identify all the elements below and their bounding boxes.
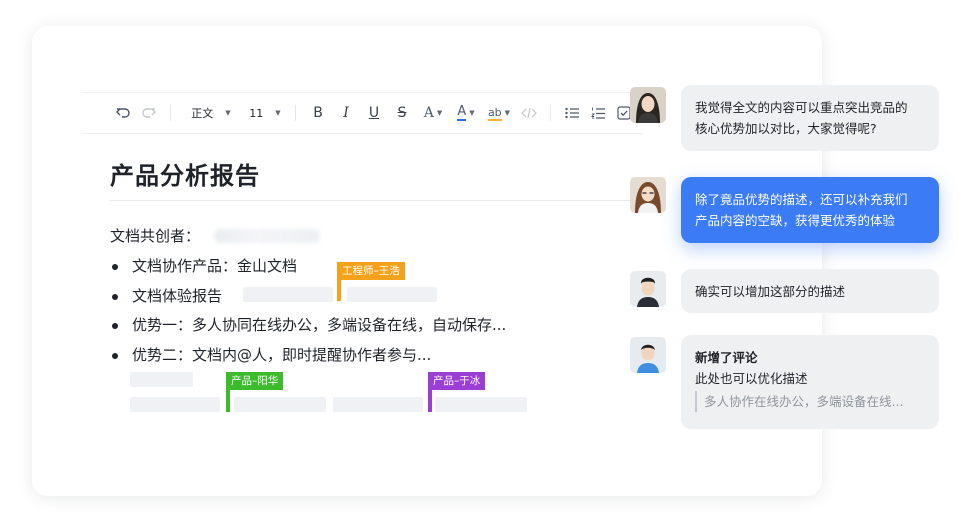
highlight-label: ab — [487, 105, 502, 121]
coauthor-label: 文档共创者： — [110, 227, 201, 245]
text-placeholder — [435, 397, 527, 412]
title-divider — [110, 200, 650, 201]
comment-bubble-active[interactable]: 除了竟品优势的描述，还可以补充我们 产品内容的空缺，获得更优秀的体验 — [681, 177, 939, 243]
bold-label: B — [313, 105, 323, 121]
comment-text: 除了竟品优势的描述，还可以补充我们 — [695, 192, 908, 207]
avatar — [630, 87, 666, 123]
text-placeholder — [130, 372, 193, 387]
text-color-button[interactable]: A ▼ — [450, 99, 482, 127]
bold-button[interactable]: B — [304, 99, 332, 127]
document-title[interactable]: 产品分析报告 — [110, 156, 260, 191]
strikethrough-label: S — [397, 105, 407, 121]
text-placeholder — [347, 287, 437, 302]
italic-label: I — [343, 105, 349, 121]
chevron-down-icon: ▼ — [469, 109, 475, 117]
text-placeholder — [130, 397, 220, 412]
text-color-label: A — [457, 104, 467, 121]
coauthor-line: 文档共创者： — [110, 225, 321, 246]
avatar — [630, 271, 666, 307]
numbered-list-icon[interactable] — [585, 99, 611, 127]
strikethrough-button[interactable]: S — [388, 99, 416, 127]
paragraph-style-select[interactable]: 正文 ▼ — [179, 99, 243, 127]
bullet-list: 文档协作产品：金山文档 文档体验报告 优势一：多人协同在线办公，多端设备在线，自… — [110, 256, 506, 374]
toolbar-divider — [170, 105, 171, 121]
comment-text: 此处也可以优化描述 — [695, 371, 808, 386]
font-size-value: 11 — [249, 106, 264, 120]
comment-text: 核心优势加以对比，大家觉得呢? — [695, 121, 877, 136]
chevron-down-icon: ▼ — [504, 109, 511, 117]
comment-title: 新增了评论 — [695, 350, 758, 365]
collaborator-cursor — [337, 280, 341, 301]
font-size-adjust-button[interactable]: A ▼ — [416, 99, 450, 127]
undo-icon[interactable] — [110, 99, 136, 127]
toolbar-divider — [295, 105, 296, 121]
bullet-list-icon[interactable] — [559, 99, 585, 127]
collaborator-cursor — [226, 390, 230, 412]
highlight-button[interactable]: ab ▼ — [482, 99, 516, 127]
collaborator-cursor-label: 产品–于冰 — [428, 372, 486, 390]
list-item[interactable]: 文档协作产品：金山文档 — [110, 256, 506, 286]
list-item[interactable]: 优势二：文档内@人，即时提醒协作者参与... — [110, 345, 506, 375]
paragraph-style-value: 正文 — [191, 107, 214, 120]
font-size-select[interactable]: 11 ▼ — [243, 99, 287, 127]
comment-bubble[interactable]: 我觉得全文的内容可以重点突出竞品的 核心优势加以对比，大家觉得呢? — [681, 85, 939, 151]
comment-quote: 多人协作在线办公，多端设备在线... — [695, 391, 925, 412]
comment-bubble[interactable]: 确实可以增加这部分的描述 — [681, 269, 939, 313]
text-placeholder — [234, 397, 326, 412]
list-item[interactable]: 优势一：多人协同在线办公，多端设备在线，自动保存... — [110, 315, 506, 345]
underline-button[interactable]: U — [360, 99, 388, 127]
avatar — [630, 337, 666, 373]
chevron-down-icon: ▼ — [275, 109, 281, 117]
collaborator-cursor-label: 工程师–王浩 — [337, 262, 405, 280]
collaborator-cursor-label: 产品–阳华 — [226, 372, 284, 390]
collaborator-cursor — [428, 390, 432, 412]
text-placeholder — [333, 397, 423, 412]
comment-text: 确实可以增加这部分的描述 — [695, 284, 846, 299]
comment-text: 产品内容的空缺，获得更优秀的体验 — [695, 213, 896, 228]
font-size-adjust-label: A — [423, 105, 434, 121]
coauthor-names-blurred — [214, 228, 321, 243]
formatting-toolbar: 正文 ▼ 11 ▼ B I U S A ▼ A ▼ ab ▼ — [82, 92, 642, 134]
comment-bubble[interactable]: 新增了评论 此处也可以优化描述 多人协作在线办公，多端设备在线... — [681, 335, 939, 429]
chevron-down-icon: ▼ — [225, 109, 231, 117]
comment-text: 我觉得全文的内容可以重点突出竞品的 — [695, 100, 908, 115]
redo-icon[interactable] — [136, 99, 162, 127]
code-icon[interactable] — [516, 99, 542, 127]
toolbar-divider — [550, 105, 551, 121]
chevron-down-icon: ▼ — [436, 109, 443, 117]
text-placeholder — [243, 287, 333, 302]
italic-button[interactable]: I — [332, 99, 360, 127]
avatar — [630, 177, 666, 213]
underline-label: U — [368, 105, 380, 121]
